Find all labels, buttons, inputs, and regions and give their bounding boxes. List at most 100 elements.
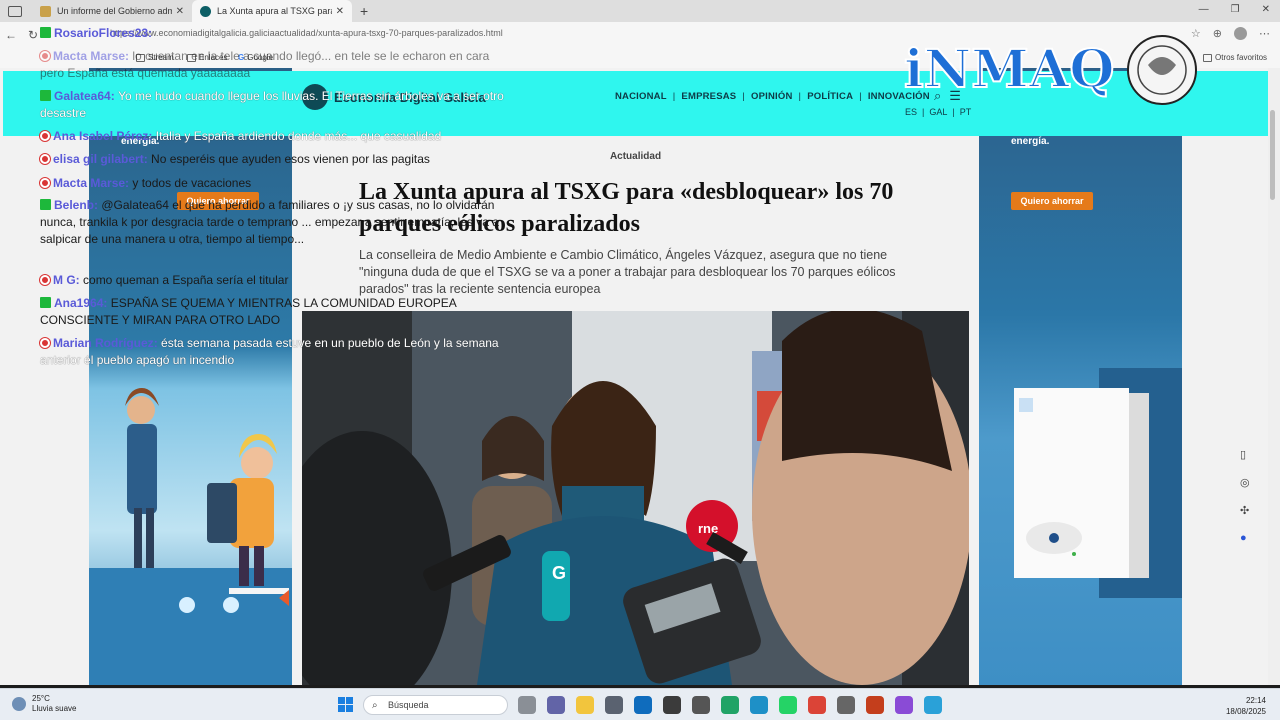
chat-username[interactable]: Ana1964	[54, 296, 103, 310]
chat-username[interactable]: elisa gil gilabert	[53, 152, 144, 166]
weather-temp: 25°C	[32, 694, 50, 703]
taskbar-search[interactable]: ⌕ Búsqueda	[363, 695, 508, 715]
app-icon[interactable]	[837, 696, 855, 714]
minimize-icon[interactable]: —	[1199, 4, 1209, 15]
boiler-product-image	[1014, 368, 1182, 598]
chat-text: @Galatea64 el que ha perdido a familiare…	[40, 198, 499, 246]
outlook-icon[interactable]	[634, 696, 652, 714]
nav-nacional[interactable]: NACIONAL	[615, 91, 667, 102]
chat-username[interactable]: Galatea64	[54, 89, 111, 103]
member-badge-icon	[40, 199, 51, 210]
nav-politica[interactable]: POLÍTICA	[807, 91, 853, 102]
task-view-icon[interactable]	[518, 696, 536, 714]
chat-message: Marian Rodríguez: ésta semana pasada est…	[40, 336, 499, 367]
member-badge-icon	[40, 90, 51, 101]
tab-title: Un informe del Gobierno admite	[57, 6, 172, 16]
profile-avatar[interactable]	[1234, 27, 1247, 40]
window-controls: — ❐ ✕	[1199, 4, 1270, 15]
chat-text: y todos de vacaciones	[132, 176, 252, 190]
member-badge-icon	[40, 297, 51, 308]
maximize-icon[interactable]: ❐	[1231, 4, 1240, 15]
chat-username[interactable]: Belenb	[54, 198, 94, 212]
back-icon[interactable]: ←	[0, 28, 22, 42]
tab-xunta[interactable]: La Xunta apura al TSXG para «des ✕	[192, 0, 352, 22]
site-favicon-icon	[200, 5, 211, 17]
bookmark-label: Otros favoritos	[1215, 53, 1268, 62]
chat-username[interactable]: Marian Rodríguez	[53, 336, 154, 350]
chat-message: Macta Marse: y todos de vacaciones	[40, 175, 510, 192]
workspaces-icon[interactable]	[8, 5, 22, 17]
telegram-icon[interactable]	[924, 696, 942, 714]
chat-username[interactable]: Macta Marse	[53, 176, 125, 190]
chat-text: Italia y España ardiendo donde más... qu…	[155, 129, 442, 143]
edge-icon[interactable]	[750, 696, 768, 714]
toolbar-actions: ☆ ⊕ ⋯	[1191, 27, 1270, 40]
inmaq-watermark-logo: iNMAQ	[903, 35, 1197, 105]
folder-icon	[1203, 53, 1212, 62]
copilot-icon[interactable]: ●	[1240, 532, 1250, 544]
close-tab-icon[interactable]: ✕	[336, 6, 344, 17]
chat-message: RosarioFlores23:	[40, 25, 510, 42]
new-tab-icon[interactable]: +	[360, 3, 368, 19]
nav-opinion[interactable]: OPINIÓN	[751, 91, 793, 102]
weather-widget[interactable]: 25°C Lluvia suave	[12, 694, 76, 714]
chat-message: Galatea64: Yo me hudo cuando llegue los …	[40, 89, 504, 120]
chat-username[interactable]: RosarioFlores23	[54, 26, 148, 40]
chrome-icon[interactable]	[808, 696, 826, 714]
chat-message: elisa gil gilabert: No esperéis que ayud…	[40, 151, 510, 168]
app-green-icon[interactable]	[721, 696, 739, 714]
chat-message: Ana1964: ESPAÑA SE QUEMA Y MIENTRAS LA C…	[40, 296, 457, 327]
clock-time: 22:14	[1245, 696, 1266, 705]
watermark-text: iNMAQ	[904, 39, 1115, 100]
teams-icon[interactable]	[547, 696, 565, 714]
search-placeholder: Búsqueda	[388, 700, 429, 710]
file-explorer-icon[interactable]	[576, 696, 594, 714]
youtube-badge-icon	[40, 178, 50, 188]
tools-icon[interactable]: ✣	[1240, 504, 1250, 517]
youtube-badge-icon	[40, 154, 50, 164]
chat-message: Macta Marse: lo cuentan en la tele a cua…	[40, 49, 490, 80]
browser-tab-strip: Un informe del Gobierno admite ✕ La Xunt…	[0, 0, 1280, 22]
nav-empresas[interactable]: EMPRESAS	[681, 91, 736, 102]
browser-sidebar: ▯ ◎ ✣ ●	[1240, 448, 1250, 544]
scrollbar-thumb[interactable]	[1270, 110, 1275, 200]
app-purple-icon[interactable]	[895, 696, 913, 714]
powerpoint-icon[interactable]	[866, 696, 884, 714]
chat-username[interactable]: Ana Isabel Pérez	[53, 129, 148, 143]
youtube-badge-icon	[40, 275, 50, 285]
app-icon[interactable]	[692, 696, 710, 714]
site-favicon-icon	[40, 5, 51, 17]
chat-username[interactable]: Macta Marse	[53, 49, 125, 63]
clock-date: 18/08/2025	[1225, 707, 1266, 716]
close-window-icon[interactable]: ✕	[1262, 4, 1270, 15]
menu-icon[interactable]: ⋯	[1259, 27, 1270, 40]
main-nav: NACIONAL | EMPRESAS | OPINIÓN | POLÍTICA | I…	[615, 91, 930, 102]
search-icon: ⌕	[372, 700, 378, 711]
chat-username[interactable]: M G	[53, 273, 76, 287]
obs-icon[interactable]	[663, 696, 681, 714]
taskbar-apps	[518, 696, 942, 714]
tab-title: La Xunta apura al TSXG para «des	[217, 6, 332, 16]
taskbar-clock[interactable]: 22:14 18/08/2025	[1226, 695, 1266, 717]
chat-text: como queman a España sería el titular	[83, 273, 289, 287]
whatsapp-icon[interactable]	[779, 696, 797, 714]
chat-message: Belenb: @Galatea64 el que ha perdido a f…	[40, 198, 499, 246]
windows-start-icon[interactable]	[338, 697, 353, 712]
other-bookmarks[interactable]: Otros favoritos	[1203, 53, 1267, 62]
discover-icon[interactable]: ◎	[1240, 476, 1250, 489]
ad-banner-right[interactable]: energía. Quiero ahorrar	[979, 68, 1182, 685]
extensions-icon[interactable]: ⊕	[1213, 27, 1222, 40]
chat-message: M G: como queman a España sería el titul…	[40, 272, 510, 289]
reading-mode-icon[interactable]: ▯	[1240, 448, 1250, 461]
tab-informe[interactable]: Un informe del Gobierno admite ✕	[32, 0, 192, 22]
svg-text:G: G	[552, 563, 566, 583]
chat-message: Ana Isabel Pérez: Italia y España ardien…	[40, 128, 510, 145]
close-tab-icon[interactable]: ✕	[176, 6, 184, 17]
youtube-badge-icon	[40, 51, 50, 61]
youtube-badge-icon	[40, 338, 50, 348]
weather-rain-icon	[12, 697, 26, 711]
windows-taskbar: 25°C Lluvia suave ⌕ Búsqueda 22:14 18/08…	[0, 688, 1280, 720]
member-badge-icon	[40, 27, 51, 38]
weather-desc: Lluvia suave	[32, 704, 77, 713]
store-icon[interactable]	[605, 696, 623, 714]
